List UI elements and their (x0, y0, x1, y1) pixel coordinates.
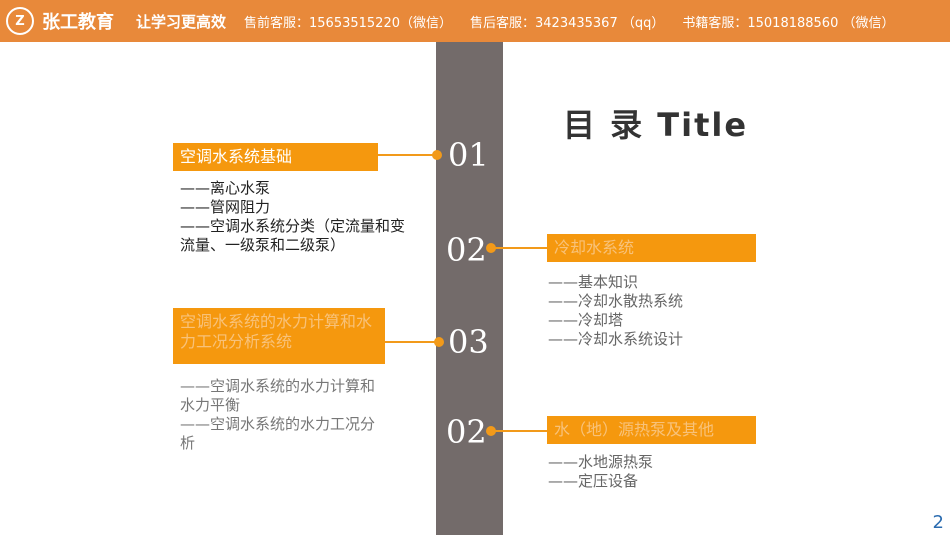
list-item: ——管网阻力 (180, 198, 271, 216)
list-item: ——冷却塔 (548, 311, 624, 329)
section-3-number: 03 (448, 323, 489, 361)
logo-icon: Z (6, 7, 34, 35)
section-4-number: 02 (446, 413, 487, 451)
section-1-items: ——离心水泵 ——管网阻力 ——空调水系统分类（定流量和变流量、一级泵和二级泵） (180, 179, 405, 255)
list-item: ——水地源热泵 (548, 453, 654, 471)
section-4-items: ——水地源热泵 ——定压设备 (548, 453, 653, 491)
slogan: 让学习更高效 (136, 12, 227, 31)
section-1-heading: 空调水系统基础 (173, 143, 378, 171)
section-1-number: 01 (448, 136, 489, 174)
connector-4 (492, 430, 547, 432)
section-2-number: 02 (446, 231, 487, 269)
list-item: ——空调水系统分类（定流量和变流量、一级泵和二级泵） (180, 217, 406, 254)
dot-1 (432, 150, 442, 160)
list-item: ——冷却水系统设计 (548, 330, 684, 348)
list-item: ——定压设备 (548, 472, 639, 490)
section-2-heading: 冷却水系统 (547, 234, 756, 262)
section-2-items: ——基本知识 ——冷却水散热系统 ——冷却塔 ——冷却水系统设计 (548, 273, 683, 349)
brand-name: 张工教育 (42, 12, 114, 33)
contact-presale: 售前客服：15653515220（微信） (244, 15, 452, 31)
dot-3 (434, 337, 444, 347)
list-item: ——冷却水散热系统 (548, 292, 684, 310)
connector-2 (492, 247, 547, 249)
connector-1 (378, 154, 436, 156)
timeline-spine (436, 42, 503, 535)
list-item: ——基本知识 (548, 273, 639, 291)
page-number: 2 (932, 512, 944, 533)
header-bar: Z 张工教育 让学习更高效 售前客服：15653515220（微信） 售后客服：… (0, 0, 950, 42)
section-3-items: ——空调水系统的水力计算和水力平衡 ——空调水系统的水力工况分析 (180, 377, 380, 453)
section-4-heading: 水（地）源热泵及其他 (547, 416, 756, 444)
section-3-heading: 空调水系统的水力计算和水力工况分析系统 (173, 308, 385, 364)
list-item: ——空调水系统的水力计算和水力平衡 (180, 377, 376, 414)
page-title: 目 录 Title (563, 106, 749, 144)
list-item: ——空调水系统的水力工况分析 (180, 415, 376, 452)
contact-aftersale: 售后客服：3423435367 （qq） (470, 15, 665, 31)
contact-books: 书籍客服：15018188560 （微信） (682, 15, 895, 31)
list-item: ——离心水泵 (180, 179, 271, 197)
connector-3 (385, 341, 438, 343)
